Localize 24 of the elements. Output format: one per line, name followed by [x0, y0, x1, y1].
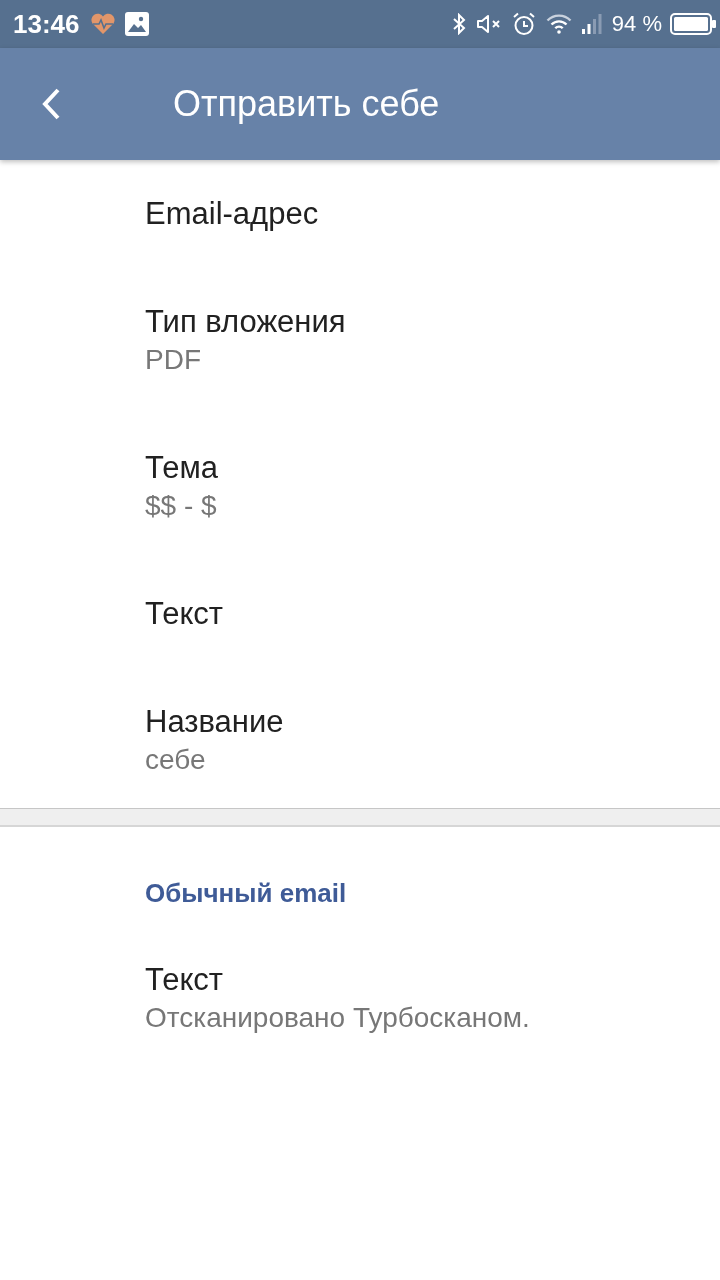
status-time: 13:46 [13, 8, 80, 40]
screen-title: Отправить себе [173, 83, 440, 125]
wifi-icon [545, 14, 572, 34]
setting-title[interactable]: Текст [145, 961, 224, 999]
signal-icon [581, 14, 602, 34]
muted-speaker-icon [475, 13, 502, 35]
bluetooth-icon [451, 13, 466, 35]
setting-title[interactable]: Тип вложения [145, 303, 346, 341]
setting-title[interactable]: Название [145, 703, 284, 741]
back-icon [40, 87, 62, 121]
setting-value: Отсканировано Турбосканом. [145, 1001, 530, 1035]
section-header: Обычный email [145, 877, 347, 910]
setting-value: себе [145, 743, 206, 777]
battery-icon [670, 13, 716, 35]
back-button[interactable] [40, 87, 62, 121]
setting-value: $$ - $ [145, 489, 217, 523]
setting-title[interactable]: Тема [145, 449, 218, 487]
setting-title[interactable]: Email-адрес [145, 195, 319, 233]
battery-percent: 94 % [611, 11, 662, 37]
heart-pulse-icon [89, 13, 116, 35]
alarm-clock-icon [511, 12, 536, 36]
setting-title[interactable]: Текст [145, 595, 224, 633]
setting-value: PDF [145, 343, 201, 377]
image-icon [124, 12, 149, 36]
